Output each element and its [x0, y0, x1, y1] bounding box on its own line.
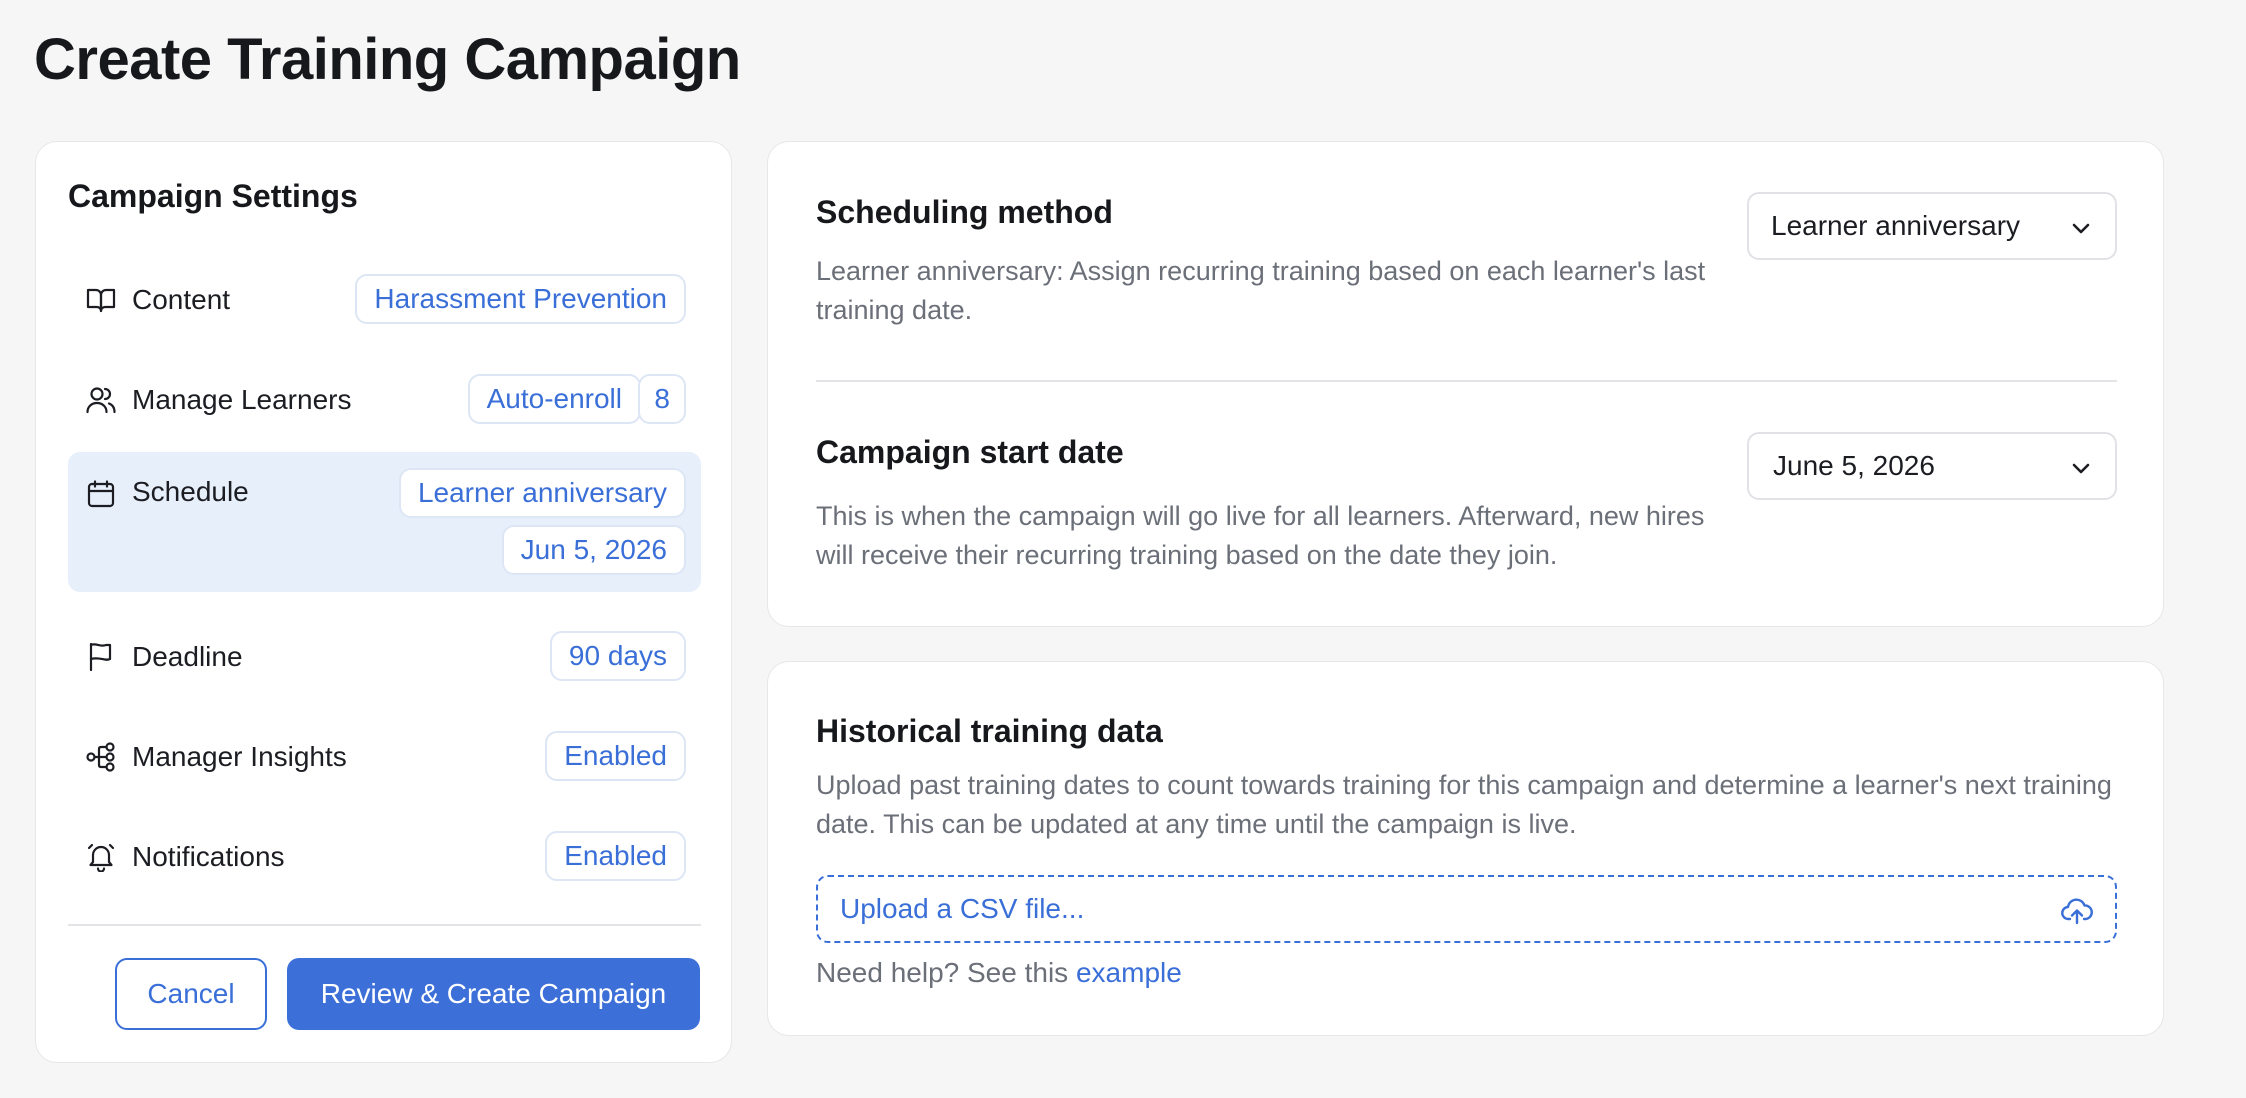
- cancel-button[interactable]: Cancel: [115, 958, 267, 1030]
- bell-icon: [85, 841, 117, 873]
- setting-label-manage-learners: Manage Learners: [132, 384, 352, 415]
- content-badge: Harassment Prevention: [355, 274, 686, 324]
- scheduling-method-select[interactable]: Learner anniversary: [1747, 192, 2117, 260]
- setting-row-content[interactable]: Content Harassment Prevention: [68, 264, 701, 336]
- help-line: Need help? See this example: [816, 957, 1182, 989]
- book-icon: [85, 284, 117, 316]
- campaign-start-date-select[interactable]: June 5, 2026: [1747, 432, 2117, 500]
- setting-label-deadline: Deadline: [132, 641, 243, 672]
- deadline-badge: 90 days: [549, 631, 686, 681]
- flag-icon: [85, 641, 117, 673]
- scheduling-method-title: Scheduling method: [816, 194, 1113, 230]
- calendar-icon: [85, 478, 117, 510]
- campaign-start-date-value: June 5, 2026: [1773, 450, 1935, 481]
- example-link[interactable]: example: [1076, 957, 1182, 988]
- scheduling-method-value: Learner anniversary: [1771, 210, 2021, 241]
- setting-row-manager-insights[interactable]: Manager Insights Enabled: [68, 721, 701, 793]
- scheduling-method-badge: Learner anniversary: [398, 468, 686, 518]
- auto-enroll-badge: Auto-enroll: [467, 374, 641, 424]
- campaign-settings-panel: Campaign Settings Content Harassment Pre…: [35, 141, 732, 1063]
- setting-row-manage-learners[interactable]: Manage Learners Auto-enroll 8: [68, 364, 701, 436]
- historical-data-title: Historical training data: [816, 713, 1163, 749]
- setting-row-deadline[interactable]: Deadline 90 days: [68, 621, 701, 693]
- help-text: Need help? See this: [816, 957, 1069, 988]
- page-title: Create Training Campaign: [34, 27, 741, 92]
- setting-label-notifications: Notifications: [132, 841, 285, 872]
- manager-insights-badge: Enabled: [545, 731, 686, 781]
- cloud-upload-icon: [2061, 898, 2093, 925]
- setting-row-notifications[interactable]: Notifications Enabled: [68, 821, 701, 893]
- setting-label-manager-insights: Manager Insights: [132, 741, 347, 772]
- setting-label-content: Content: [132, 284, 231, 315]
- start-date-badge: Jun 5, 2026: [501, 525, 686, 575]
- users-icon: [85, 384, 117, 416]
- chevron-down-icon: [2072, 463, 2090, 474]
- review-create-campaign-button[interactable]: Review & Create Campaign: [287, 958, 700, 1030]
- upload-label: Upload a CSV file...: [840, 893, 1085, 924]
- settings-title: Campaign Settings: [68, 178, 358, 214]
- historical-data-description: Upload past training dates to count towa…: [816, 770, 2112, 839]
- settings-divider: [68, 924, 701, 926]
- historical-data-panel: Historical training data Upload past tra…: [767, 661, 2164, 1036]
- chevron-down-icon: [2072, 223, 2090, 234]
- setting-row-schedule[interactable]: Schedule Learner anniversary Jun 5, 2026: [68, 452, 701, 592]
- campaign-start-date-description: This is when the campaign will go live f…: [816, 501, 1705, 570]
- schedule-panel: Scheduling method Learner anniversary: A…: [767, 141, 2164, 627]
- notifications-badge: Enabled: [545, 831, 686, 881]
- hierarchy-icon: [85, 741, 117, 773]
- schedule-divider: [816, 380, 2117, 382]
- setting-label-schedule: Schedule: [132, 476, 249, 507]
- learner-count-badge: 8: [638, 374, 686, 424]
- csv-upload-dropzone[interactable]: Upload a CSV file...: [816, 875, 2117, 943]
- scheduling-method-description: Learner anniversary: Assign recurring tr…: [816, 256, 1706, 325]
- campaign-start-date-title: Campaign start date: [816, 434, 1124, 470]
